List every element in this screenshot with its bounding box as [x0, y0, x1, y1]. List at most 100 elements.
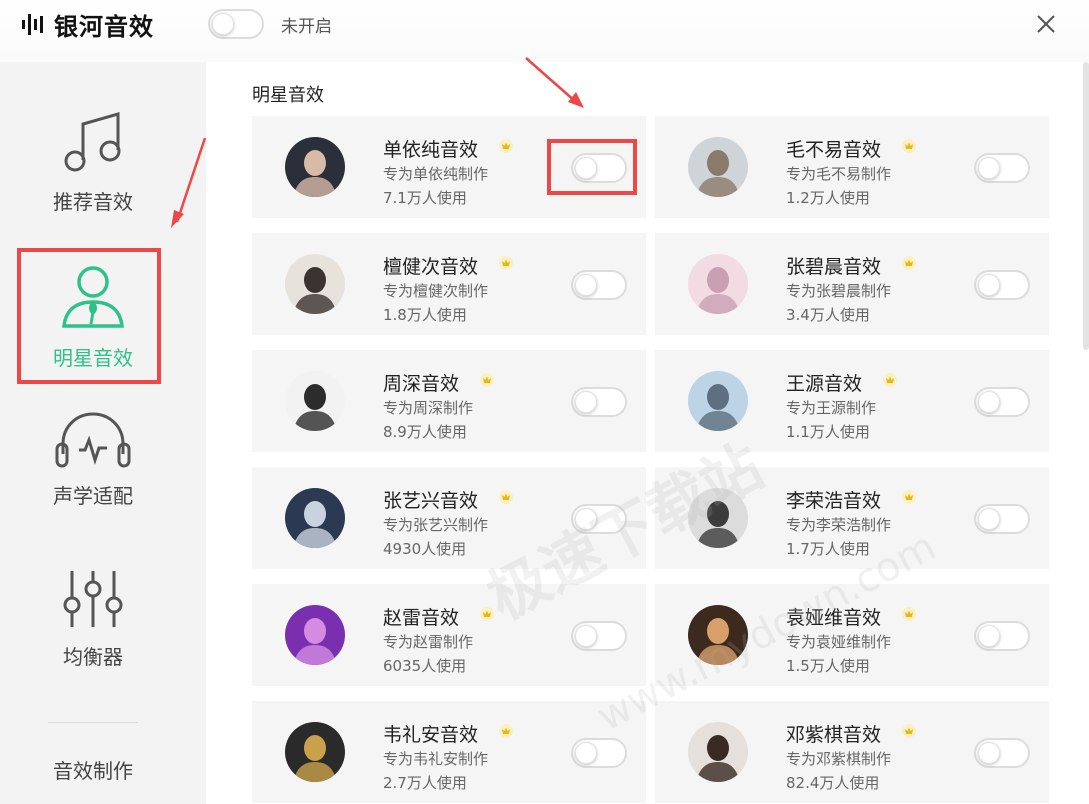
effect-toggle[interactable]: [974, 153, 1030, 183]
vip-crown-icon: [883, 373, 897, 387]
toggle-knob: [575, 274, 597, 296]
effect-toggle[interactable]: [571, 270, 627, 300]
sidebar-item-label: 声学适配: [53, 484, 133, 508]
avatar: [688, 722, 748, 782]
app-logo: 银河音效: [20, 9, 154, 41]
master-status-label: 未开启: [281, 17, 332, 37]
highlight-box-star: [17, 248, 161, 384]
effect-toggle[interactable]: [571, 504, 627, 534]
artist-photo: [688, 605, 748, 665]
artist-photo: [688, 254, 748, 314]
usage-count: 2.7万人使用: [383, 774, 467, 792]
avatar: [688, 371, 748, 431]
vip-crown-icon: [480, 373, 494, 387]
usage-count: 1.2万人使用: [786, 189, 870, 207]
effect-subtitle: 专为王源制作: [786, 399, 877, 417]
toggle-knob: [575, 391, 597, 413]
effect-subtitle: 专为张碧晨制作: [786, 282, 892, 300]
avatar: [285, 371, 345, 431]
usage-count: 3.4万人使用: [786, 306, 870, 324]
equalizer-sliders-icon: [63, 571, 123, 627]
effect-card[interactable]: 檀健次音效 专为檀健次制作 1.8万人使用: [252, 233, 646, 335]
headphones-icon: [55, 412, 131, 468]
effect-title: 韦礼安音效: [383, 724, 479, 746]
avatar: [285, 605, 345, 665]
artist-photo: [285, 488, 345, 548]
usage-count: 1.5万人使用: [786, 657, 870, 675]
avatar: [285, 722, 345, 782]
master-toggle[interactable]: [208, 9, 264, 39]
effect-card[interactable]: 张碧晨音效 专为张碧晨制作 3.4万人使用: [655, 233, 1049, 335]
toggle-knob: [575, 625, 597, 647]
effect-card[interactable]: 毛不易音效专为毛不易制作 1.2万人使用: [655, 116, 1049, 218]
vip-crown-icon: [480, 607, 494, 621]
effect-card[interactable]: 袁娅维音效 专为袁娅维制作 1.5万人使用: [655, 584, 1049, 686]
title-bar: 银河音效 未开启: [0, 0, 1089, 62]
effect-subtitle: 专为韦礼安制作: [383, 750, 489, 768]
effect-subtitle: 专为毛不易制作: [786, 165, 892, 183]
artist-photo: [285, 137, 345, 197]
effect-toggle[interactable]: [571, 738, 627, 768]
artist-photo: [688, 371, 748, 431]
effect-card[interactable]: 李荣浩音效 专为李荣浩制作 1.7万人使用: [655, 467, 1049, 569]
app-name: 银河音效: [54, 12, 154, 41]
effect-toggle[interactable]: [974, 387, 1030, 417]
sidebar-item-acoustic[interactable]: 声学适配: [0, 410, 186, 509]
artist-photo: [688, 488, 748, 548]
toggle-knob: [978, 274, 1000, 296]
sidebar-item-equalizer[interactable]: 均衡器: [0, 567, 186, 670]
effect-toggle[interactable]: [974, 270, 1030, 300]
artist-photo: [285, 722, 345, 782]
effect-toggle[interactable]: [974, 504, 1030, 534]
effect-title: 周深音效: [383, 373, 460, 395]
effect-subtitle: 专为邓紫棋制作: [786, 750, 892, 768]
avatar: [285, 254, 345, 314]
effect-title: 邓紫棋音效: [786, 724, 882, 746]
toggle-knob: [575, 742, 597, 764]
effect-subtitle: 专为李荣浩制作: [786, 516, 892, 534]
sidebar-item-recommend[interactable]: 推荐音效: [0, 106, 186, 215]
effect-title: 毛不易音效: [786, 139, 882, 161]
vip-crown-icon: [902, 724, 916, 738]
effect-title: 张艺兴音效: [383, 490, 479, 512]
effect-subtitle: 专为单依纯制作: [383, 165, 489, 183]
close-button[interactable]: [1030, 8, 1062, 40]
usage-count: 6035人使用: [383, 657, 467, 675]
avatar: [688, 137, 748, 197]
vip-crown-icon: [902, 139, 916, 153]
effect-toggle[interactable]: [571, 387, 627, 417]
vip-crown-icon: [902, 256, 916, 270]
toggle-knob: [978, 742, 1000, 764]
effect-card[interactable]: 张艺兴音效 专为张艺兴制作 4930人使用: [252, 467, 646, 569]
effect-card[interactable]: 王源音效 专为王源制作 1.1万人使用: [655, 350, 1049, 452]
effect-toggle[interactable]: [974, 621, 1030, 651]
effect-card[interactable]: 韦礼安音效专为韦礼安制作 2.7万人使用: [252, 701, 646, 803]
avatar: [688, 254, 748, 314]
sidebar-item-label: 推荐音效: [53, 190, 133, 214]
vip-crown-icon: [902, 607, 916, 621]
effect-title: 单依纯音效: [383, 139, 479, 161]
close-icon: [1037, 15, 1055, 33]
sidebar-divider: [48, 722, 138, 723]
usage-count: 1.8万人使用: [383, 306, 467, 324]
section-title: 明星音效: [252, 85, 324, 106]
effect-card[interactable]: 周深音效 专为周深制作 8.9万人使用: [252, 350, 646, 452]
effect-card[interactable]: 赵雷音效 专为赵雷制作 6035人使用: [252, 584, 646, 686]
avatar: [285, 137, 345, 197]
toggle-knob: [978, 391, 1000, 413]
usage-count: 8.9万人使用: [383, 423, 467, 441]
toggle-knob: [978, 157, 1000, 179]
toggle-knob: [212, 13, 234, 35]
vip-crown-icon: [499, 256, 513, 270]
artist-photo: [285, 254, 345, 314]
scrollbar[interactable]: [1083, 62, 1089, 350]
toggle-knob: [978, 508, 1000, 530]
music-note-icon: [64, 112, 121, 172]
toggle-knob: [978, 625, 1000, 647]
usage-count: 4930人使用: [383, 540, 467, 558]
artist-photo: [285, 371, 345, 431]
effect-card[interactable]: 邓紫棋音效 专为邓紫棋制作 82.4万人使用: [655, 701, 1049, 803]
effect-toggle[interactable]: [571, 621, 627, 651]
effect-toggle[interactable]: [974, 738, 1030, 768]
sidebar-item-make[interactable]: 音效制作: [0, 755, 186, 784]
